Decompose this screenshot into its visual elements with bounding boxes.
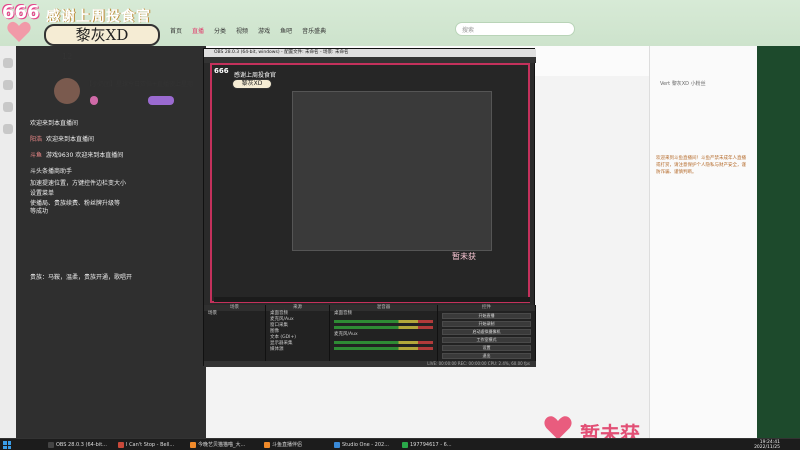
mixer-channel-label: 桌面音频 (334, 311, 352, 316)
chat-message: 加速提速位置，方键控件边栏变大小 (30, 180, 127, 187)
chat-message: 欢迎来到本直播间 (46, 136, 95, 143)
preview-logo: 666 (214, 67, 229, 75)
exit-button[interactable]: 退出 (442, 353, 531, 359)
chat-line: 加速提速位置，方键控件边栏变大小 (30, 178, 126, 187)
chat-message: 斗头条播商助手 (30, 168, 73, 175)
mixer-dock[interactable]: 混音器 桌面音频 麦克风/Aux (330, 305, 438, 365)
nav-item-fishbar[interactable]: 鱼吧 (280, 26, 292, 40)
volume-meter (334, 341, 433, 344)
nav-item-music[interactable]: 音乐盛典 (302, 26, 326, 40)
taskbar-app-item[interactable]: OBS 28.0.3 (64-bit... (48, 440, 107, 450)
preview-overlay-title: 感谢上周投食官 (234, 72, 277, 79)
name-badge: 黎灰XD (44, 24, 160, 46)
heart-icon (7, 21, 31, 42)
chat-message: 等成功 (30, 208, 49, 215)
promo-sidebar (757, 46, 800, 438)
chat-line: 等成功 (30, 206, 48, 215)
dock-title: 控件 (438, 305, 535, 311)
tag-badge (148, 96, 174, 105)
studio-mode-button[interactable]: 工作室模式 (442, 337, 531, 343)
obs-title-bar[interactable]: OBS 28.0.3 (64-bit, windows) - 配置文件: 未命名… (204, 49, 536, 57)
tag-badge (90, 96, 98, 105)
obs-preview[interactable]: 666 感谢上周投食官 黎灰XD 暂未获 (210, 63, 530, 303)
danmaku-panel (649, 46, 757, 438)
danmaku-panel-title: Vert 黎灰XD 小粉丝 (660, 81, 706, 87)
settings-button[interactable]: 设置 (442, 345, 531, 351)
chat-username[interactable]: 斗鱼 (30, 152, 42, 159)
chat-message: 欢迎来到本直播间 (30, 120, 79, 127)
chat-line: 设置菜单 (30, 188, 54, 197)
chat-message: 设置菜单 (30, 190, 55, 197)
virtual-camera-button[interactable]: 启动虚拟摄像机 (442, 329, 531, 335)
chat-line: 斗头条播商助手 (30, 166, 72, 175)
volume-slider[interactable] (334, 326, 433, 329)
nav-item-home[interactable]: 首页 (170, 26, 182, 40)
chat-line: 欢迎来到本直播间 (30, 118, 78, 127)
taskbar-app-item[interactable]: 197794617 - 6... (402, 440, 452, 450)
windows-taskbar: OBS 28.0.3 (64-bit... I Can't Stop - Bell… (0, 438, 800, 450)
follow-count: 12 (62, 52, 73, 61)
stream-title: 【小奶团】星球今日双倍+直播夜上星期 (86, 81, 194, 88)
nav-item-category[interactable]: 分类 (214, 26, 226, 40)
start-streaming-button[interactable]: 开始直播 (442, 313, 531, 319)
chat-message: 贵族：马鞍，温柔，贵族开通，歌唱开 (30, 274, 133, 281)
clock-date: 2022/11/25 (754, 445, 780, 450)
taskbar-app-item[interactable]: 今晚艺贝猫猫喵_大... (190, 440, 245, 450)
taskbar-app-item[interactable]: Studio One - 202... (334, 440, 389, 450)
volume-meter (334, 320, 433, 323)
start-recording-button[interactable]: 开始录制 (442, 321, 531, 327)
avatar[interactable] (54, 78, 80, 104)
history-icon[interactable] (3, 124, 13, 134)
chat-username[interactable]: 阳浩 (30, 136, 42, 143)
mixer-channel-label: 麦克风/Aux (334, 332, 358, 337)
chat-line: 贵族：马鞍，温柔，贵族开通，歌唱开 (30, 272, 132, 281)
preview-heart-label: 暂未获 (452, 252, 476, 261)
website-left-rail (0, 46, 16, 438)
nav-item-live[interactable]: 直播 (192, 26, 204, 40)
preview-taskbar (214, 297, 530, 302)
scenes-dock[interactable]: 场景 场景 (204, 305, 266, 365)
volume-slider[interactable] (334, 347, 433, 350)
danmaku-notice: 欢迎来到斗鱼直播间！斗鱼严禁未成年人直播或打赏，请注意保护个人隐私与财产安全，谨… (656, 156, 746, 175)
obs-docks: 场景 场景 来源 桌面音频 麦克风/Aux 窗口采集 图像 文本 (GDI+) … (204, 305, 536, 365)
follow-icon[interactable] (3, 80, 13, 90)
chat-line: 斗鱼 游戏9630 欢迎来到本直播间 (30, 150, 123, 159)
source-item[interactable]: 媒体源 (266, 347, 329, 353)
chat-overlay-panel (16, 46, 206, 438)
windows-start-icon[interactable] (3, 441, 11, 449)
sources-dock[interactable]: 来源 桌面音频 麦克风/Aux 窗口采集 图像 文本 (GDI+) 显示器采集 … (266, 305, 330, 365)
preview-nested-screen (292, 91, 492, 251)
chat-message: 游戏9630 欢迎来到本直播间 (46, 152, 124, 159)
chat-line: 阳浩 欢迎来到本直播间 (30, 134, 94, 143)
overlay-title: 感谢上周投食官 (46, 9, 151, 25)
obs-window[interactable]: OBS 28.0.3 (64-bit, windows) - 配置文件: 未命名… (203, 48, 536, 367)
controls-dock[interactable]: 控件 开始直播 开始录制 启动虚拟摄像机 工作室模式 设置 退出 (438, 305, 536, 365)
category-icon[interactable] (3, 102, 13, 112)
scene-item[interactable]: 场景 (204, 311, 265, 317)
taskbar-clock[interactable]: 19:24:41 2022/11/25 (754, 440, 780, 450)
search-input[interactable]: 搜索 (455, 22, 575, 36)
home-icon[interactable] (3, 58, 13, 68)
preview-name-badge: 黎灰XD (232, 79, 272, 89)
nav-item-game[interactable]: 游戏 (258, 26, 270, 40)
taskbar-app-item[interactable]: I Can't Stop - Bell... (118, 440, 174, 450)
obs-status-bar: LIVE: 00:00:00 REC: 00:00:00 CPU: 2.4%, … (204, 361, 536, 367)
taskbar-app-item[interactable]: 斗鱼直播伴侣 (264, 440, 302, 450)
nav-item-video[interactable]: 视频 (236, 26, 248, 40)
